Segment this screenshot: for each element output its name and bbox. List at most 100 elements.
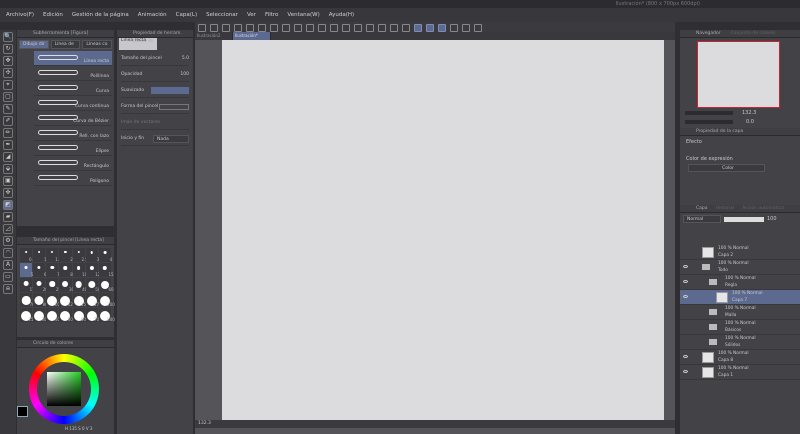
eye-icon[interactable] [683,355,688,358]
menu-item[interactable]: Archivo(F) [6,12,34,18]
tab-history[interactable]: Historial [716,205,735,212]
toolbar-button[interactable] [426,24,434,32]
zoom-readout[interactable]: 132.3 [198,421,211,426]
subtool-tab[interactable]: Líneas co [82,40,113,49]
brush-size-option[interactable]: 400 [46,308,62,322]
toolbar-button[interactable] [402,24,410,32]
subtool-item[interactable]: Curva de Bézier [34,111,112,126]
brush-size-option[interactable]: 0.7 [20,248,35,262]
brush-size-option[interactable]: 2 [59,248,73,262]
opacity-value[interactable]: 100 [180,72,189,77]
brush-size-option[interactable]: 15 [98,263,114,277]
brush-size-option[interactable]: 12 [85,263,100,277]
brush-shape-select[interactable] [159,103,189,110]
rotate-slider[interactable] [685,120,733,124]
tool-icon[interactable]: ✎ [3,104,13,114]
eye-icon[interactable] [683,295,688,298]
subtool-item[interactable]: Curva continua [34,96,112,111]
tool-icon[interactable]: ▰ [3,212,13,222]
brush-size-option[interactable]: 700 [85,308,102,322]
subtool-tab[interactable]: Línea de [50,40,81,49]
navigator-preview[interactable] [697,41,780,108]
brush-size-option[interactable]: 60 [98,278,114,292]
toolbar-button[interactable] [294,24,302,32]
brush-size-option[interactable]: 250 [20,308,36,322]
menu-item[interactable]: Edición [43,12,63,18]
brush-size-option[interactable]: 80 [33,293,48,307]
expression-color-select[interactable]: Color [688,164,765,172]
menu-item[interactable]: Ventana(W) [287,12,319,18]
layer-row[interactable]: 100 % Normal Capa 2 [680,245,800,260]
brush-size-option[interactable]: 120 [59,293,75,307]
tool-icon[interactable]: ◢ [3,152,13,162]
zoom-slider[interactable] [685,111,733,115]
toolbar-button[interactable] [390,24,398,32]
tool-icon[interactable]: ◩ [3,200,13,210]
subtool-item[interactable]: Polígono [34,171,112,186]
brush-size-option[interactable]: 3 [85,248,99,262]
layer-row[interactable]: 100 % Normal Capa 1 [680,365,800,380]
blend-mode-select[interactable]: Normal [683,215,721,223]
tab-color-set[interactable]: Conjunto de colores [731,30,776,37]
brush-size-option[interactable]: 10 [72,263,87,277]
subtool-item[interactable]: Rell. con lazo [34,126,112,141]
brush-size-option[interactable]: 800 [98,308,115,322]
brush-size-option[interactable]: 8 [59,263,73,277]
menu-item[interactable]: Seleccionar [206,12,238,18]
subtool-item[interactable]: Curva [34,81,112,96]
layer-row[interactable]: 100 % Normal Todo [680,260,800,275]
toolbar-button[interactable] [438,24,446,32]
toolbar-button[interactable] [282,24,290,32]
menu-item[interactable]: Ayuda(H) [329,12,354,18]
subtool-item[interactable]: Línea recta [34,51,112,66]
brush-size-option[interactable]: 17 [20,278,35,292]
toolbar-button[interactable] [354,24,362,32]
brush-size-option[interactable]: 25 [46,278,61,292]
toolbar-button[interactable] [318,24,326,32]
layer-row[interactable]: 100 % Normal Básicos [680,320,800,335]
subtool-item[interactable]: Polilínea [34,66,112,81]
tool-icon[interactable]: ✏ [3,128,13,138]
brush-size-option[interactable]: 200 [98,293,115,307]
brush-size-option[interactable]: 600 [72,308,89,322]
eye-icon[interactable] [683,265,688,268]
layer-opacity[interactable]: 100 [767,216,777,222]
layer-row[interactable]: 100 % Normal Capa 8 [680,350,800,365]
toolbar-button[interactable] [474,24,482,32]
toolbar-button[interactable] [198,24,206,32]
toolbar-button[interactable] [210,24,218,32]
brush-size-option[interactable]: 7 [46,263,60,277]
tool-icon[interactable]: ✐ [3,116,13,126]
tool-icon[interactable]: A [3,260,13,270]
tool-icon[interactable]: ⬙ [3,164,13,174]
tool-icon[interactable]: ▣ [3,176,13,186]
toolbar-button[interactable] [342,24,350,32]
brush-size-option[interactable]: 5 [20,263,33,277]
toolbar-button[interactable] [246,24,254,32]
brush-size-option[interactable]: 20 [33,278,48,292]
layer-row[interactable]: 100 % Normal Malla [680,305,800,320]
opacity-slider[interactable] [724,216,764,222]
navigator-angle[interactable]: 0.0 [746,119,754,125]
subtool-tab[interactable]: Dibujo dir [19,40,49,49]
toolbar-button[interactable] [450,24,458,32]
brush-size-option[interactable]: 70 [20,293,35,307]
brush-size-option[interactable]: 100 [46,293,62,307]
brush-size-option[interactable]: 6 [33,263,47,277]
eye-icon[interactable] [683,280,688,283]
tool-icon[interactable]: ⚙ [3,236,13,246]
tool-icon[interactable]: ◠ [3,248,13,258]
brush-size-option[interactable]: 2.5 [72,248,88,262]
layer-row[interactable]: 100 % Normal Regla [680,275,800,290]
document-tab[interactable]: Ilustración* [233,32,271,40]
tab-layer[interactable]: Capa [696,205,708,212]
toolbar-button[interactable] [222,24,230,32]
brush-size-option[interactable]: 30 [59,278,74,292]
tool-icon[interactable]: ▢ [3,92,13,102]
menu-item[interactable]: Ver [247,12,256,18]
brush-size-option[interactable]: 4 [98,248,112,262]
saturation-value-square[interactable] [47,372,81,406]
subtool-item[interactable]: Rectángulo [34,156,112,171]
toolbar-button[interactable] [366,24,374,32]
antialias-options[interactable] [151,87,189,94]
